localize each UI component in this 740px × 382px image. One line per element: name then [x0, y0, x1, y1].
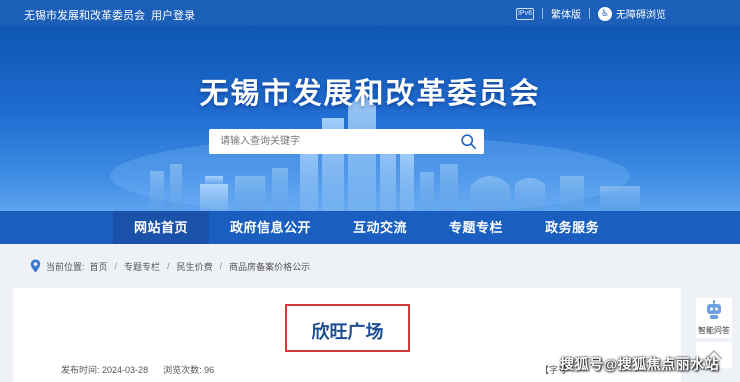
divider [589, 8, 590, 19]
breadcrumb-home[interactable]: 首页 [90, 260, 108, 273]
search-box[interactable] [209, 129, 484, 154]
breadcrumb-prefix: 当前位置: [46, 261, 85, 272]
breadcrumb-current[interactable]: 商品房备案价格公示 [229, 260, 310, 273]
search-input[interactable] [220, 134, 450, 149]
views-info: 浏览次数: 96 [163, 363, 214, 376]
breadcrumb: 当前位置: 首页 / 专题专栏 / 民生价费 / 商品房备案价格公示 [30, 259, 310, 273]
views-label: 浏览次数: [163, 365, 202, 375]
topbar-left: 无锡市发展和改革委员会 用户登录 [24, 7, 195, 23]
city-skyline-illustration [110, 94, 640, 211]
breadcrumb-prices[interactable]: 民生价费 [177, 260, 213, 273]
smart-qa-label: 智能问答 [698, 326, 730, 335]
publish-label: 发布时间: [61, 365, 100, 375]
accessibility-label: 无障碍浏览 [616, 10, 666, 21]
breadcrumb-separator: / [114, 261, 118, 271]
publish-date: 2024-03-28 [102, 365, 149, 375]
nav-item-interaction[interactable]: 互动交流 [332, 211, 428, 244]
site-title: 无锡市发展和改革委员会 [199, 78, 541, 110]
top-bar: 无锡市发展和改革委员会 用户登录 IPv6 繁体版 ♿ 无障碍浏览 [0, 0, 740, 26]
nav-item-topics[interactable]: 专题专栏 [428, 211, 524, 244]
main-nav: 网站首页 政府信息公开 互动交流 专题专栏 政务服务 [0, 211, 740, 244]
breadcrumb-topics[interactable]: 专题专栏 [124, 260, 160, 273]
breadcrumb-separator: / [219, 261, 223, 271]
header-banner: 无锡市发展和改革委员会 [0, 26, 740, 211]
article-meta: 发布时间: 2024-03-28 浏览次数: 96 [61, 363, 214, 376]
divider [542, 8, 543, 19]
nav-item-services[interactable]: 政务服务 [524, 211, 620, 244]
smart-qa-widget[interactable]: 智能问答 [696, 298, 732, 338]
ipv6-badge: IPv6 [516, 7, 534, 20]
accessibility-link[interactable]: ♿ 无障碍浏览 [598, 6, 666, 21]
login-link[interactable]: 用户登录 [151, 7, 195, 23]
nav-item-gov-info[interactable]: 政府信息公开 [209, 211, 332, 244]
accessibility-icon: ♿ [598, 6, 612, 21]
robot-icon [707, 300, 721, 319]
publish-info: 发布时间: 2024-03-28 [61, 363, 148, 376]
views-count: 96 [204, 365, 215, 375]
title-highlight-box: 欣旺广场 [285, 304, 410, 352]
breadcrumb-separator: / [167, 261, 170, 271]
nav-item-home[interactable]: 网站首页 [113, 211, 210, 244]
nav-items: 网站首页 政府信息公开 互动交流 专题专栏 政务服务 [113, 211, 620, 244]
traditional-chinese-link[interactable]: 繁体版 [551, 6, 581, 21]
source-watermark: 搜狐号@搜狐焦点丽水站 [560, 356, 720, 372]
search-icon[interactable] [460, 133, 477, 150]
location-pin-icon [30, 259, 41, 273]
article-title: 欣旺广场 [311, 322, 384, 342]
topbar-right: IPv6 繁体版 ♿ 无障碍浏览 [516, 6, 666, 21]
site-name-link[interactable]: 无锡市发展和改革委员会 [24, 7, 145, 23]
